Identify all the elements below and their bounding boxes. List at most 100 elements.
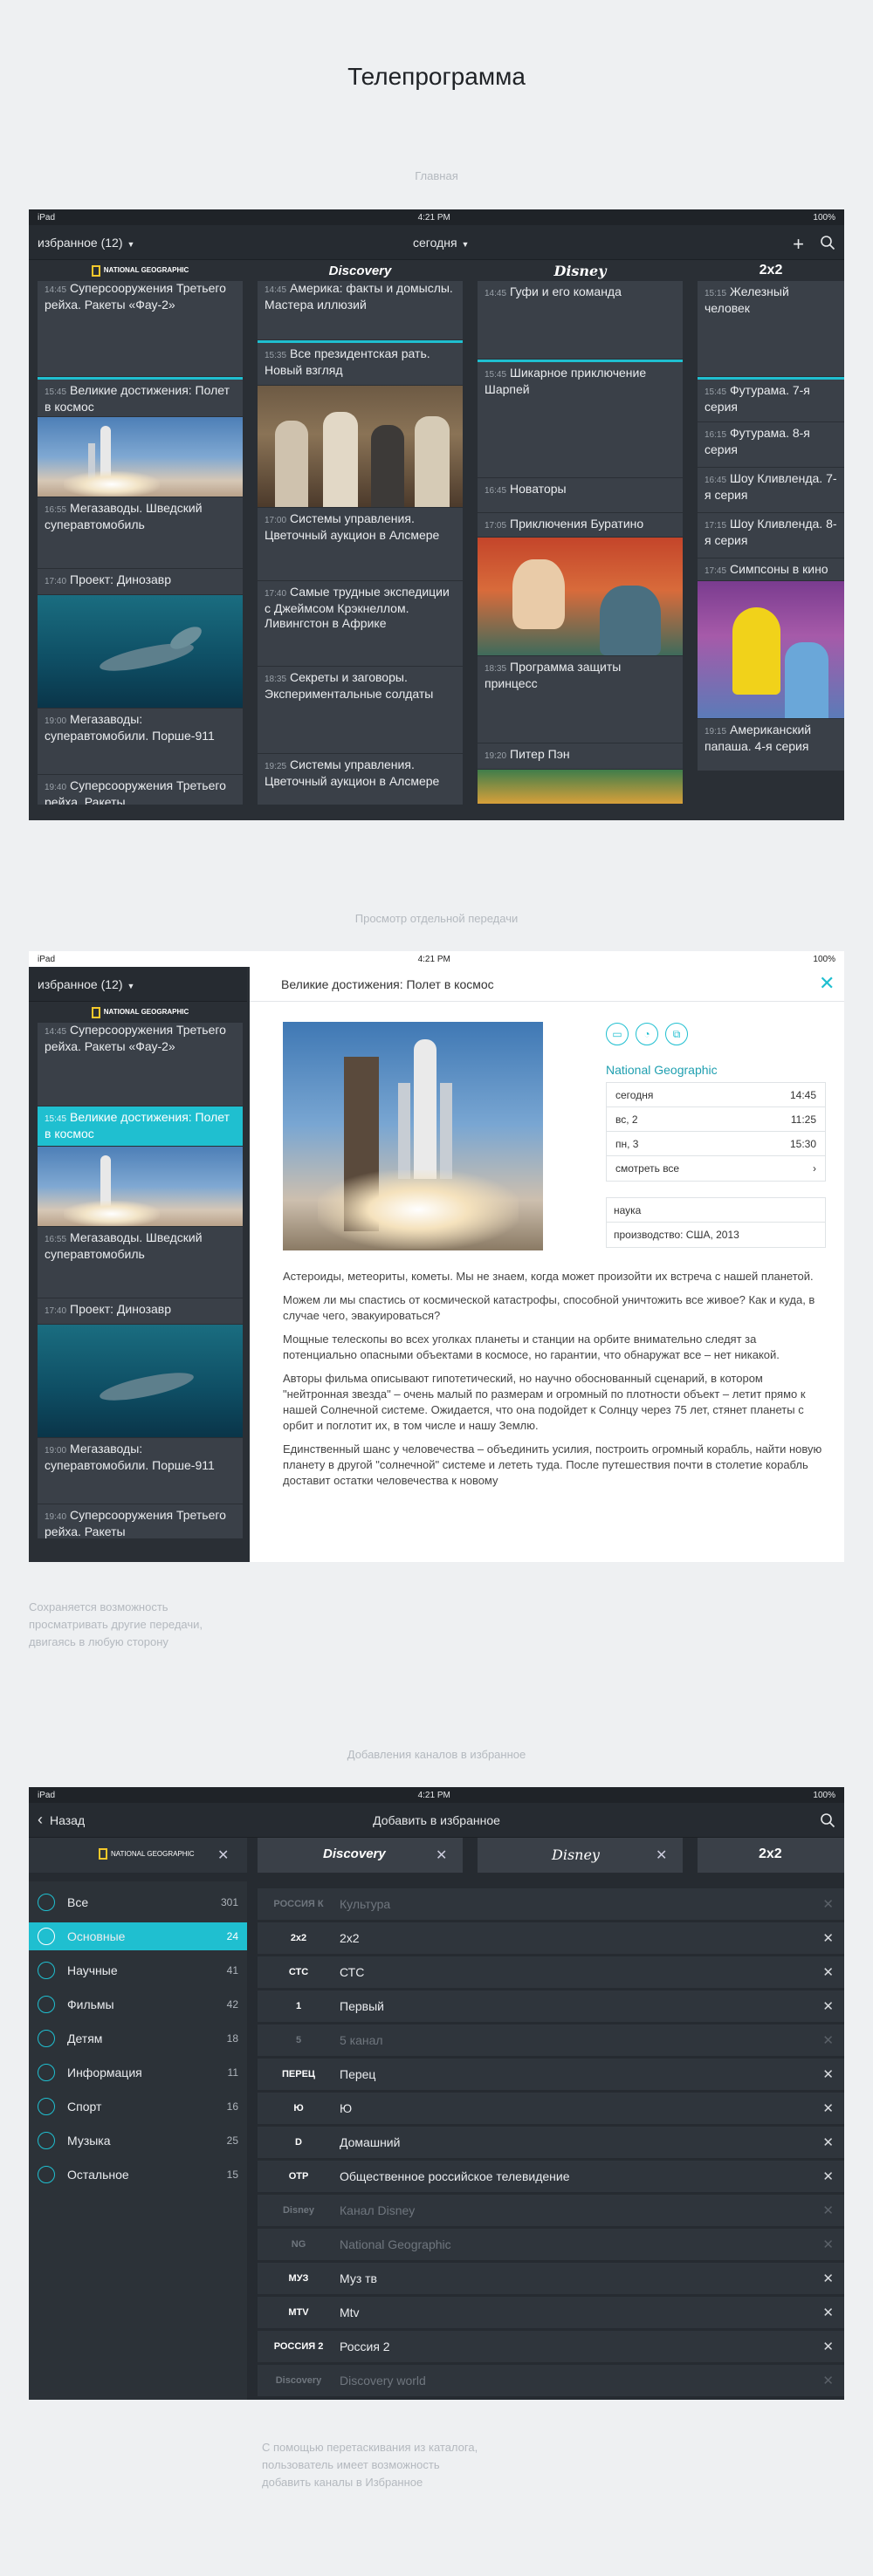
category-item[interactable]: Спорт 16 (29, 2093, 247, 2120)
category-item[interactable]: Музыка 25 (29, 2127, 247, 2155)
catalog-channel-row[interactable]: 5 5 канал ✕ (258, 2024, 844, 2056)
favorite-chip[interactable]: 2x2 (698, 1838, 844, 1873)
program-cell[interactable]: 17:40 Проект: Динозавр (38, 569, 243, 595)
remove-icon[interactable]: ✕ (822, 1930, 834, 1946)
remove-icon[interactable]: ✕ (822, 2203, 834, 2218)
remove-icon[interactable]: ✕ (822, 2134, 834, 2150)
program-cell[interactable]: 15:15 Железный человек (698, 281, 844, 377)
add-icon[interactable]: + (793, 233, 804, 256)
program-cell[interactable]: 17:15 Шоу Кливленда. 8-я серия (698, 513, 844, 558)
program-cell[interactable]: 19:20 Питер Пэн (478, 743, 683, 770)
category-item[interactable]: Детям 18 (29, 2024, 247, 2052)
schedule-row[interactable]: вс, 2 11:25 (607, 1107, 825, 1132)
favorite-chip[interactable]: Discovery ✕ (258, 1838, 463, 1873)
remove-icon[interactable]: ✕ (822, 2100, 834, 2116)
program-cell[interactable]: 19:15 Американский папаша. 4-я серия (698, 719, 844, 771)
bell-icon[interactable]: ◔ (636, 1023, 658, 1045)
program-cell[interactable]: 16:15 Футурама. 8-я серия (698, 422, 844, 468)
remove-icon[interactable]: ✕ (822, 2373, 834, 2388)
description-paragraph: Астероиды, метеориты, кометы. Мы не знае… (283, 1270, 814, 1283)
program-cell[interactable]: 18:35 Секреты и заговоры. Экспериментальн… (258, 667, 463, 754)
catalog-channel-row[interactable]: Discovery Discovery world ✕ (258, 2365, 844, 2396)
program-cell-current[interactable]: 15:45 Футурама. 7-я серия (698, 377, 844, 422)
remove-icon[interactable]: ✕ (822, 2339, 834, 2354)
schedule-row[interactable]: сегодня 14:45 (607, 1083, 825, 1107)
program-cell[interactable]: 16:55 Мегазаводы. Шведский суперавтомобил… (38, 1227, 243, 1298)
back-button[interactable]: ‹ Назад (38, 1811, 85, 1829)
catalog-channel-row[interactable]: D Домашний ✕ (258, 2127, 844, 2158)
category-item[interactable]: Научные 41 (29, 1956, 247, 1984)
favorite-chip[interactable]: Disney ✕ (478, 1838, 683, 1873)
catalog-channel-row[interactable]: 1 Первый ✕ (258, 1990, 844, 2022)
program-cell[interactable]: 14:45 Америка: факты и домыслы. Мастера и… (258, 281, 463, 340)
remove-icon[interactable]: ✕ (656, 1846, 667, 1864)
favorite-chip[interactable]: NATIONAL GEOGRAPHIC ✕ (29, 1838, 247, 1873)
program-cell[interactable]: 19:25 Системы управления. Цветочный аукци… (258, 754, 463, 805)
catalog-channel-row[interactable]: ПЕРЕЦ Перец ✕ (258, 2059, 844, 2090)
remove-icon[interactable]: ✕ (822, 2305, 834, 2320)
catalog-channel-row[interactable]: СТС СТС ✕ (258, 1956, 844, 1988)
remove-icon[interactable]: ✕ (822, 2168, 834, 2184)
remove-icon[interactable]: ✕ (822, 2237, 834, 2252)
catalog-channel-row[interactable]: MTV Mtv ✕ (258, 2297, 844, 2328)
search-icon[interactable] (820, 1812, 835, 1831)
remove-icon[interactable]: ✕ (217, 1846, 229, 1864)
program-cell-current[interactable]: 15:35 Все президентская рать. Новый взгля… (258, 340, 463, 386)
catalog-channel-row[interactable]: МУЗ Муз тв ✕ (258, 2263, 844, 2294)
program-cell[interactable]: 19:40 Суперсооружения Третьего рейха. Рак… (38, 1504, 243, 1539)
day-dropdown[interactable]: сегодня ▼ (413, 236, 469, 250)
catalog-channel-row[interactable]: ОТР Общественное российское телевидение ✕ (258, 2161, 844, 2192)
search-icon[interactable] (820, 235, 835, 253)
share-icon[interactable]: ⧉ (665, 1023, 688, 1045)
program-cell[interactable]: 18:35 Программа защиты принцесс (478, 656, 683, 743)
program-cell[interactable]: 19:00 Мегазаводы: суперавтомобили. Порше-… (38, 709, 243, 775)
program-cell[interactable]: 16:55 Мегазаводы. Шведский суперавтомобил… (38, 497, 243, 569)
favorites-dropdown[interactable]: избранное (12) ▼ (38, 236, 134, 250)
program-cell[interactable]: 17:05 Приключения Буратино (478, 513, 683, 538)
category-item[interactable]: Информация 11 (29, 2059, 247, 2086)
program-cell[interactable]: 14:45 Суперсооружения Третьего рейха. Рак… (38, 1023, 243, 1106)
program-cell[interactable]: 16:45 Новаторы (478, 478, 683, 513)
program-cell[interactable]: 17:40 Самые трудные экспедиции с Джеймсом… (258, 581, 463, 667)
logo-2x2[interactable]: 2x2 (698, 260, 844, 281)
logo-disney[interactable]: Disney (478, 260, 683, 281)
category-item[interactable]: Основные 24 (29, 1922, 247, 1950)
channel-name[interactable]: National Geographic (606, 1063, 718, 1077)
program-cell[interactable]: 17:45 Симпсоны в кино (698, 558, 844, 581)
logo-national-geographic[interactable]: NATIONAL GEOGRAPHIC (38, 1002, 243, 1023)
catalog-channel-row[interactable]: РОССИЯ 2 Россия 2 ✕ (258, 2331, 844, 2362)
catalog-channel-row[interactable]: Ю Ю ✕ (258, 2093, 844, 2124)
category-list: Все 301 Основные 24 Научные 41 Фильмы 42 Детям 18… (29, 1881, 247, 2400)
program-cell[interactable]: 19:00 Мегазаводы: суперавтомобили. Порше-… (38, 1438, 243, 1504)
remove-icon[interactable]: ✕ (822, 2032, 834, 2048)
program-cell[interactable]: 16:45 Шоу Кливленда. 7-я серия (698, 468, 844, 513)
remove-icon[interactable]: ✕ (822, 2271, 834, 2286)
logo-national-geographic[interactable]: NATIONAL GEOGRAPHIC (38, 260, 243, 281)
catalog-channel-row[interactable]: РОССИЯ К Культура ✕ (258, 1888, 844, 1920)
catalog-channel-row[interactable]: NG National Geographic ✕ (258, 2229, 844, 2260)
favorites-dropdown[interactable]: избранное (12) ▼ (38, 977, 134, 991)
logo-discovery[interactable]: Discovery (258, 260, 463, 281)
catalog-channel-row[interactable]: Disney Канал Disney ✕ (258, 2195, 844, 2226)
bookmark-icon[interactable]: ▭ (606, 1023, 629, 1045)
program-cell-current[interactable]: 15:45 Шикарное приключение Шарпей (478, 360, 683, 478)
remove-icon[interactable]: ✕ (822, 1896, 834, 1912)
program-cell[interactable]: 17:00 Системы управления. Цветочный аукци… (258, 508, 463, 581)
program-cell-current[interactable]: 15:45 Великие достижения: Полет в космос (38, 377, 243, 417)
program-cell[interactable]: 14:45 Суперсооружения Третьего рейха. Рак… (38, 281, 243, 377)
program-cell[interactable]: 14:45 Гуфи и его команда (478, 281, 683, 360)
close-icon[interactable]: ✕ (819, 974, 835, 993)
catalog-channel-row[interactable]: 2x2 2x2 ✕ (258, 1922, 844, 1954)
remove-icon[interactable]: ✕ (436, 1846, 447, 1864)
category-item[interactable]: Все 301 (29, 1888, 247, 1916)
remove-icon[interactable]: ✕ (822, 1964, 834, 1980)
program-cell[interactable]: 19:40 Суперсооружения Третьего рейха. Рак… (38, 775, 243, 805)
see-all-link[interactable]: смотреть все › (607, 1156, 825, 1181)
category-item[interactable]: Остальное 15 (29, 2161, 247, 2189)
category-item[interactable]: Фильмы 42 (29, 1990, 247, 2018)
remove-icon[interactable]: ✕ (822, 1998, 834, 2014)
remove-icon[interactable]: ✕ (822, 2066, 834, 2082)
program-cell-selected[interactable]: 15:45 Великие достижения: Полет в космос (38, 1106, 243, 1147)
program-cell[interactable]: 17:40 Проект: Динозавр (38, 1298, 243, 1325)
schedule-row[interactable]: пн, 3 15:30 (607, 1132, 825, 1156)
